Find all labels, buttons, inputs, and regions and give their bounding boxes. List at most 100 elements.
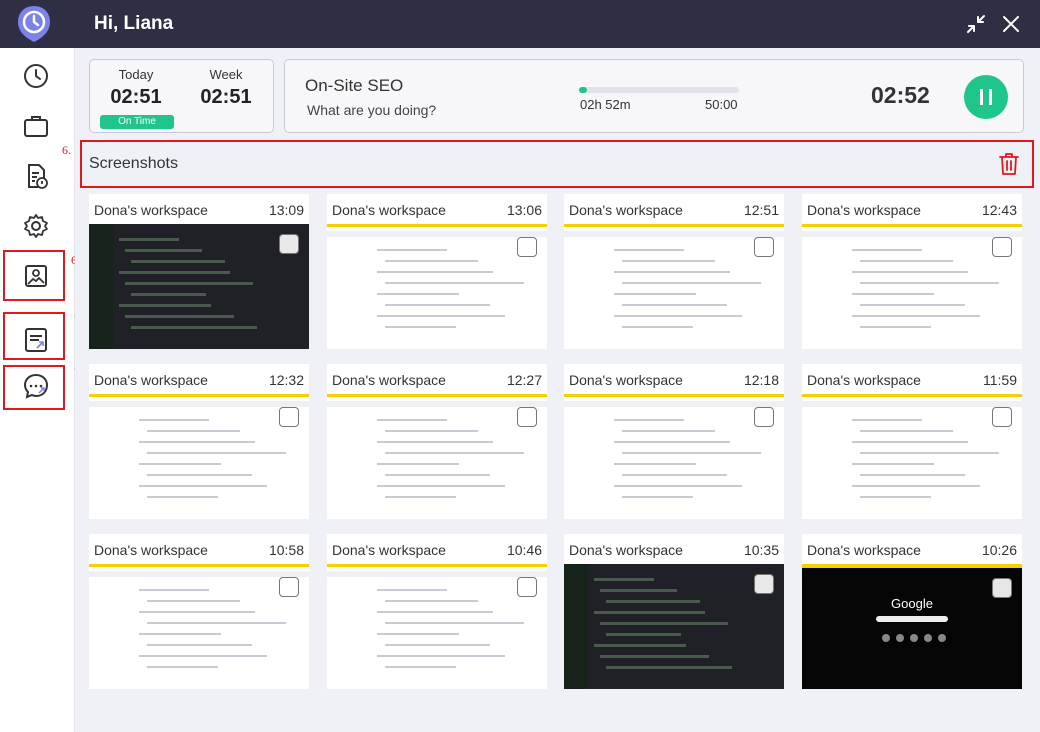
screenshot-time: 11:59 bbox=[983, 372, 1017, 388]
screenshot-time: 12:43 bbox=[981, 202, 1017, 218]
thumbnail-line bbox=[147, 600, 240, 602]
thumbnail-line bbox=[622, 452, 761, 454]
screenshot-thumbnail[interactable] bbox=[327, 394, 547, 519]
screenshot-card[interactable]: Dona's workspace 12:32 bbox=[89, 364, 309, 519]
screenshot-checkbox[interactable] bbox=[517, 407, 537, 427]
screenshot-header: Dona's workspace 13:06 bbox=[327, 194, 547, 224]
screenshot-thumbnail[interactable] bbox=[327, 564, 547, 689]
screenshot-thumbnail[interactable] bbox=[564, 224, 784, 349]
screenshot-card[interactable]: Dona's workspace 10:35 bbox=[564, 534, 784, 689]
thumbnail-line bbox=[606, 600, 700, 603]
thumbnail-line bbox=[860, 260, 953, 262]
thumbnail-line bbox=[385, 452, 524, 454]
pause-button[interactable] bbox=[964, 75, 1008, 119]
screenshot-card[interactable]: Dona's workspace 13:09 bbox=[89, 194, 309, 349]
screenshot-checkbox[interactable] bbox=[279, 577, 299, 597]
screenshot-thumbnail[interactable]: Google bbox=[802, 564, 1022, 689]
thumbnail-line bbox=[125, 315, 234, 318]
annotation-box bbox=[3, 365, 65, 410]
task-question[interactable]: What are you doing? bbox=[307, 102, 436, 118]
screenshot-checkbox[interactable] bbox=[754, 407, 774, 427]
thumbnail-line bbox=[614, 315, 742, 317]
week-value: 02:51 bbox=[200, 86, 252, 108]
thumbnail-line bbox=[377, 463, 459, 465]
screenshot-card[interactable]: Dona's workspace 11:59 bbox=[802, 364, 1022, 519]
week-label: Week bbox=[209, 67, 243, 82]
screenshot-time: 10:26 bbox=[981, 542, 1017, 558]
thumbnail-line bbox=[385, 622, 524, 624]
app-logo-icon bbox=[18, 6, 50, 42]
thumbnail-line bbox=[622, 496, 693, 498]
screenshot-checkbox[interactable] bbox=[279, 407, 299, 427]
thumbnail-line bbox=[385, 474, 490, 476]
screenshot-workspace: Dona's workspace bbox=[94, 202, 208, 218]
thumbnail-sidebar bbox=[89, 224, 113, 349]
screenshot-workspace: Dona's workspace bbox=[807, 202, 921, 218]
thumbnail-shortcut bbox=[938, 634, 946, 642]
thumbnail-toolbar bbox=[802, 231, 1022, 237]
screenshot-thumbnail[interactable] bbox=[802, 224, 1022, 349]
task-timer: 02:52 bbox=[871, 82, 930, 108]
thumbnail-line bbox=[119, 304, 211, 307]
thumbnail-line bbox=[606, 666, 732, 669]
screenshot-card[interactable]: Dona's workspace 13:06 bbox=[327, 194, 547, 349]
clock-icon bbox=[24, 64, 48, 88]
thumbnail-line bbox=[385, 260, 478, 262]
thumbnail-line bbox=[622, 430, 715, 432]
thumbnail-line bbox=[385, 644, 490, 646]
screenshot-card[interactable]: Dona's workspace 12:51 bbox=[564, 194, 784, 349]
screenshot-workspace: Dona's workspace bbox=[807, 372, 921, 388]
thumbnail-line bbox=[385, 496, 456, 498]
screenshot-header: Dona's workspace 12:43 bbox=[802, 194, 1022, 224]
trash-icon[interactable] bbox=[997, 151, 1021, 177]
thumbnail-sidebar bbox=[564, 564, 588, 689]
screenshot-checkbox[interactable] bbox=[754, 574, 774, 594]
thumbnail-line bbox=[622, 474, 727, 476]
close-icon[interactable] bbox=[999, 12, 1023, 36]
screenshot-thumbnail[interactable] bbox=[802, 394, 1022, 519]
thumbnail-line bbox=[860, 326, 931, 328]
screenshot-thumbnail[interactable] bbox=[89, 564, 309, 689]
current-task-card: On-Site SEO What are you doing? 02h 52m … bbox=[284, 59, 1024, 133]
sidebar-item-clock[interactable] bbox=[20, 60, 52, 92]
screenshot-card[interactable]: Dona's workspace 10:26 Google bbox=[802, 534, 1022, 689]
screenshot-card[interactable]: Dona's workspace 12:18 bbox=[564, 364, 784, 519]
sidebar-item-reports[interactable] bbox=[20, 160, 52, 192]
screenshot-time: 10:58 bbox=[268, 542, 304, 558]
thumbnail-line bbox=[131, 260, 225, 263]
pause-icon bbox=[980, 89, 992, 105]
thumbnail-line bbox=[385, 282, 524, 284]
screenshot-time: 10:35 bbox=[743, 542, 779, 558]
thumbnail-line bbox=[852, 315, 980, 317]
screenshot-thumbnail[interactable] bbox=[89, 394, 309, 519]
screenshot-checkbox[interactable] bbox=[992, 237, 1012, 257]
screenshot-header: Dona's workspace 11:59 bbox=[802, 364, 1022, 394]
screenshot-checkbox[interactable] bbox=[517, 577, 537, 597]
screenshot-thumbnail[interactable] bbox=[564, 394, 784, 519]
report-icon bbox=[28, 164, 48, 189]
screenshot-thumbnail[interactable] bbox=[327, 224, 547, 349]
screenshot-workspace: Dona's workspace bbox=[807, 542, 921, 558]
screenshot-card[interactable]: Dona's workspace 10:58 bbox=[89, 534, 309, 689]
thumbnail-line bbox=[600, 589, 677, 592]
screenshot-checkbox[interactable] bbox=[279, 234, 299, 254]
screenshot-thumbnail[interactable] bbox=[564, 564, 784, 689]
screenshot-checkbox[interactable] bbox=[992, 407, 1012, 427]
progress-total: 50:00 bbox=[705, 97, 738, 112]
thumbnail-toolbar bbox=[327, 231, 547, 237]
screenshot-checkbox[interactable] bbox=[517, 237, 537, 257]
minimize-icon[interactable] bbox=[964, 12, 988, 36]
screenshot-checkbox[interactable] bbox=[754, 237, 774, 257]
thumbnail-line bbox=[852, 249, 922, 251]
screenshot-card[interactable]: Dona's workspace 12:27 bbox=[327, 364, 547, 519]
screenshot-card[interactable]: Dona's workspace 10:46 bbox=[327, 534, 547, 689]
screenshot-card[interactable]: Dona's workspace 12:43 bbox=[802, 194, 1022, 349]
screenshot-checkbox[interactable] bbox=[992, 578, 1012, 598]
screenshot-time: 13:09 bbox=[268, 202, 304, 218]
status-badge: On Time bbox=[100, 115, 174, 129]
sidebar-item-projects[interactable] bbox=[20, 110, 52, 142]
screenshot-thumbnail[interactable] bbox=[89, 224, 309, 349]
thumbnail-line bbox=[377, 485, 505, 487]
sidebar-item-settings[interactable] bbox=[20, 210, 52, 242]
thumbnail-line bbox=[139, 611, 255, 613]
